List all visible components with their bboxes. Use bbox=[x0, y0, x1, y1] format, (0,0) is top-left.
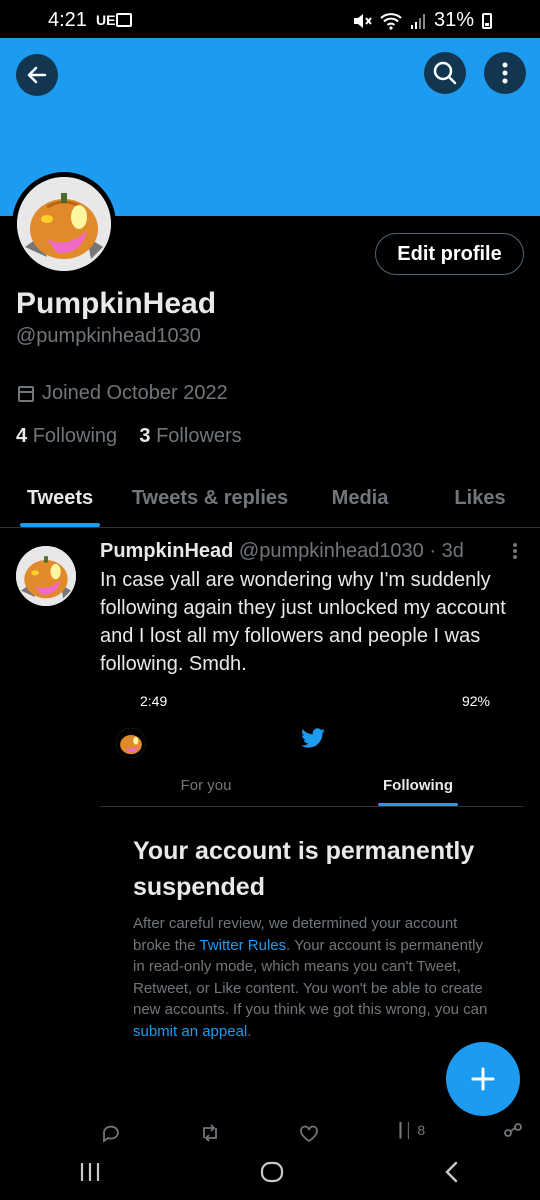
more-button[interactable] bbox=[484, 52, 526, 94]
more-vertical-icon bbox=[502, 62, 508, 84]
share-icon[interactable] bbox=[502, 1122, 524, 1148]
tweet-actions: ┃│ 8 bbox=[100, 1122, 524, 1148]
tab-media[interactable]: Media bbox=[300, 470, 420, 527]
views-count: 8 bbox=[417, 1122, 426, 1138]
pumpkin-avatar-image bbox=[17, 177, 111, 271]
recents-icon[interactable] bbox=[78, 1161, 102, 1188]
media-tab-for-you: For you bbox=[180, 777, 232, 794]
mute-icon bbox=[353, 13, 372, 28]
profile-handle: @pumpkinhead1030 bbox=[16, 325, 201, 347]
media-link-twitter-rules: Twitter Rules bbox=[199, 936, 287, 954]
profile-avatar[interactable] bbox=[12, 172, 116, 276]
media-suspension-body: After careful review, we determined your… bbox=[133, 913, 493, 1042]
media-body-part3: . bbox=[247, 1022, 252, 1040]
more-vertical-icon bbox=[513, 543, 517, 559]
search-button[interactable] bbox=[424, 52, 466, 94]
carrier-label: UE bbox=[96, 12, 116, 28]
following-label: Following bbox=[32, 425, 118, 447]
tweet-author-name[interactable]: PumpkinHead bbox=[100, 540, 233, 562]
twitter-bird-icon bbox=[300, 728, 326, 755]
calendar-icon bbox=[18, 385, 34, 402]
followers-label: Followers bbox=[156, 425, 242, 447]
follow-stats: 4 Following 3 Followers bbox=[16, 425, 242, 448]
following-count: 4 bbox=[16, 425, 28, 447]
back-icon[interactable] bbox=[442, 1160, 462, 1189]
media-tabs: For you Following bbox=[100, 765, 524, 807]
plus-icon bbox=[471, 1067, 495, 1091]
tweet-avatar[interactable] bbox=[16, 546, 76, 606]
reply-icon[interactable] bbox=[100, 1122, 122, 1148]
media-suspension-title: Your account is permanently suspended bbox=[133, 837, 475, 901]
tweet-text: In case yall are wondering why I'm sudde… bbox=[100, 569, 506, 675]
tweet-separator: · bbox=[429, 540, 437, 562]
media-tab-following: Following bbox=[312, 765, 524, 806]
tab-tweets-replies[interactable]: Tweets & replies bbox=[120, 470, 300, 527]
followers-count: 3 bbox=[139, 425, 151, 447]
like-icon[interactable] bbox=[298, 1122, 320, 1148]
media-time: 2:49 bbox=[140, 693, 168, 709]
status-time: 4:21 bbox=[48, 9, 87, 31]
status-right: 31% bbox=[352, 9, 492, 32]
tweet-header: PumpkinHead @pumpkinhead1030 · 3d bbox=[100, 540, 464, 563]
compose-tweet-button[interactable] bbox=[446, 1042, 520, 1116]
profile-tabs: Tweets Tweets & replies Media Likes bbox=[0, 470, 540, 528]
media-avatar bbox=[116, 728, 146, 758]
status-bar: 4:21 UE 31% bbox=[0, 0, 540, 38]
profile-display-name: PumpkinHead bbox=[16, 287, 217, 320]
back-button[interactable] bbox=[16, 54, 58, 96]
tweet-author-handle[interactable]: @pumpkinhead1030 bbox=[239, 540, 424, 562]
followers-link[interactable]: 3 Followers bbox=[139, 425, 241, 447]
media-link-submit-appeal: submit an appeal bbox=[133, 1022, 248, 1040]
joined-date: Joined October 2022 bbox=[18, 382, 228, 405]
wifi-icon bbox=[380, 12, 402, 30]
tab-likes[interactable]: Likes bbox=[420, 470, 540, 527]
battery-percent: 31% bbox=[433, 9, 474, 31]
joined-text: Joined October 2022 bbox=[42, 382, 228, 404]
signal-icon bbox=[410, 13, 425, 29]
media-battery: 92% bbox=[461, 693, 490, 709]
image-icon bbox=[116, 13, 132, 27]
back-arrow-icon bbox=[27, 66, 47, 84]
views-icon: ┃│ bbox=[396, 1122, 414, 1138]
following-link[interactable]: 4 Following bbox=[16, 425, 117, 447]
retweet-icon[interactable] bbox=[199, 1122, 221, 1148]
views-button[interactable]: ┃│ 8 bbox=[396, 1122, 425, 1148]
system-nav-bar bbox=[0, 1148, 540, 1200]
tweet-more-button[interactable] bbox=[512, 542, 518, 566]
battery-icon bbox=[482, 12, 492, 29]
home-icon[interactable] bbox=[259, 1160, 285, 1189]
tweet-age: 3d bbox=[441, 540, 464, 562]
tab-tweets[interactable]: Tweets bbox=[0, 470, 120, 527]
search-icon bbox=[433, 61, 457, 85]
edit-profile-button[interactable]: Edit profile bbox=[375, 233, 524, 275]
